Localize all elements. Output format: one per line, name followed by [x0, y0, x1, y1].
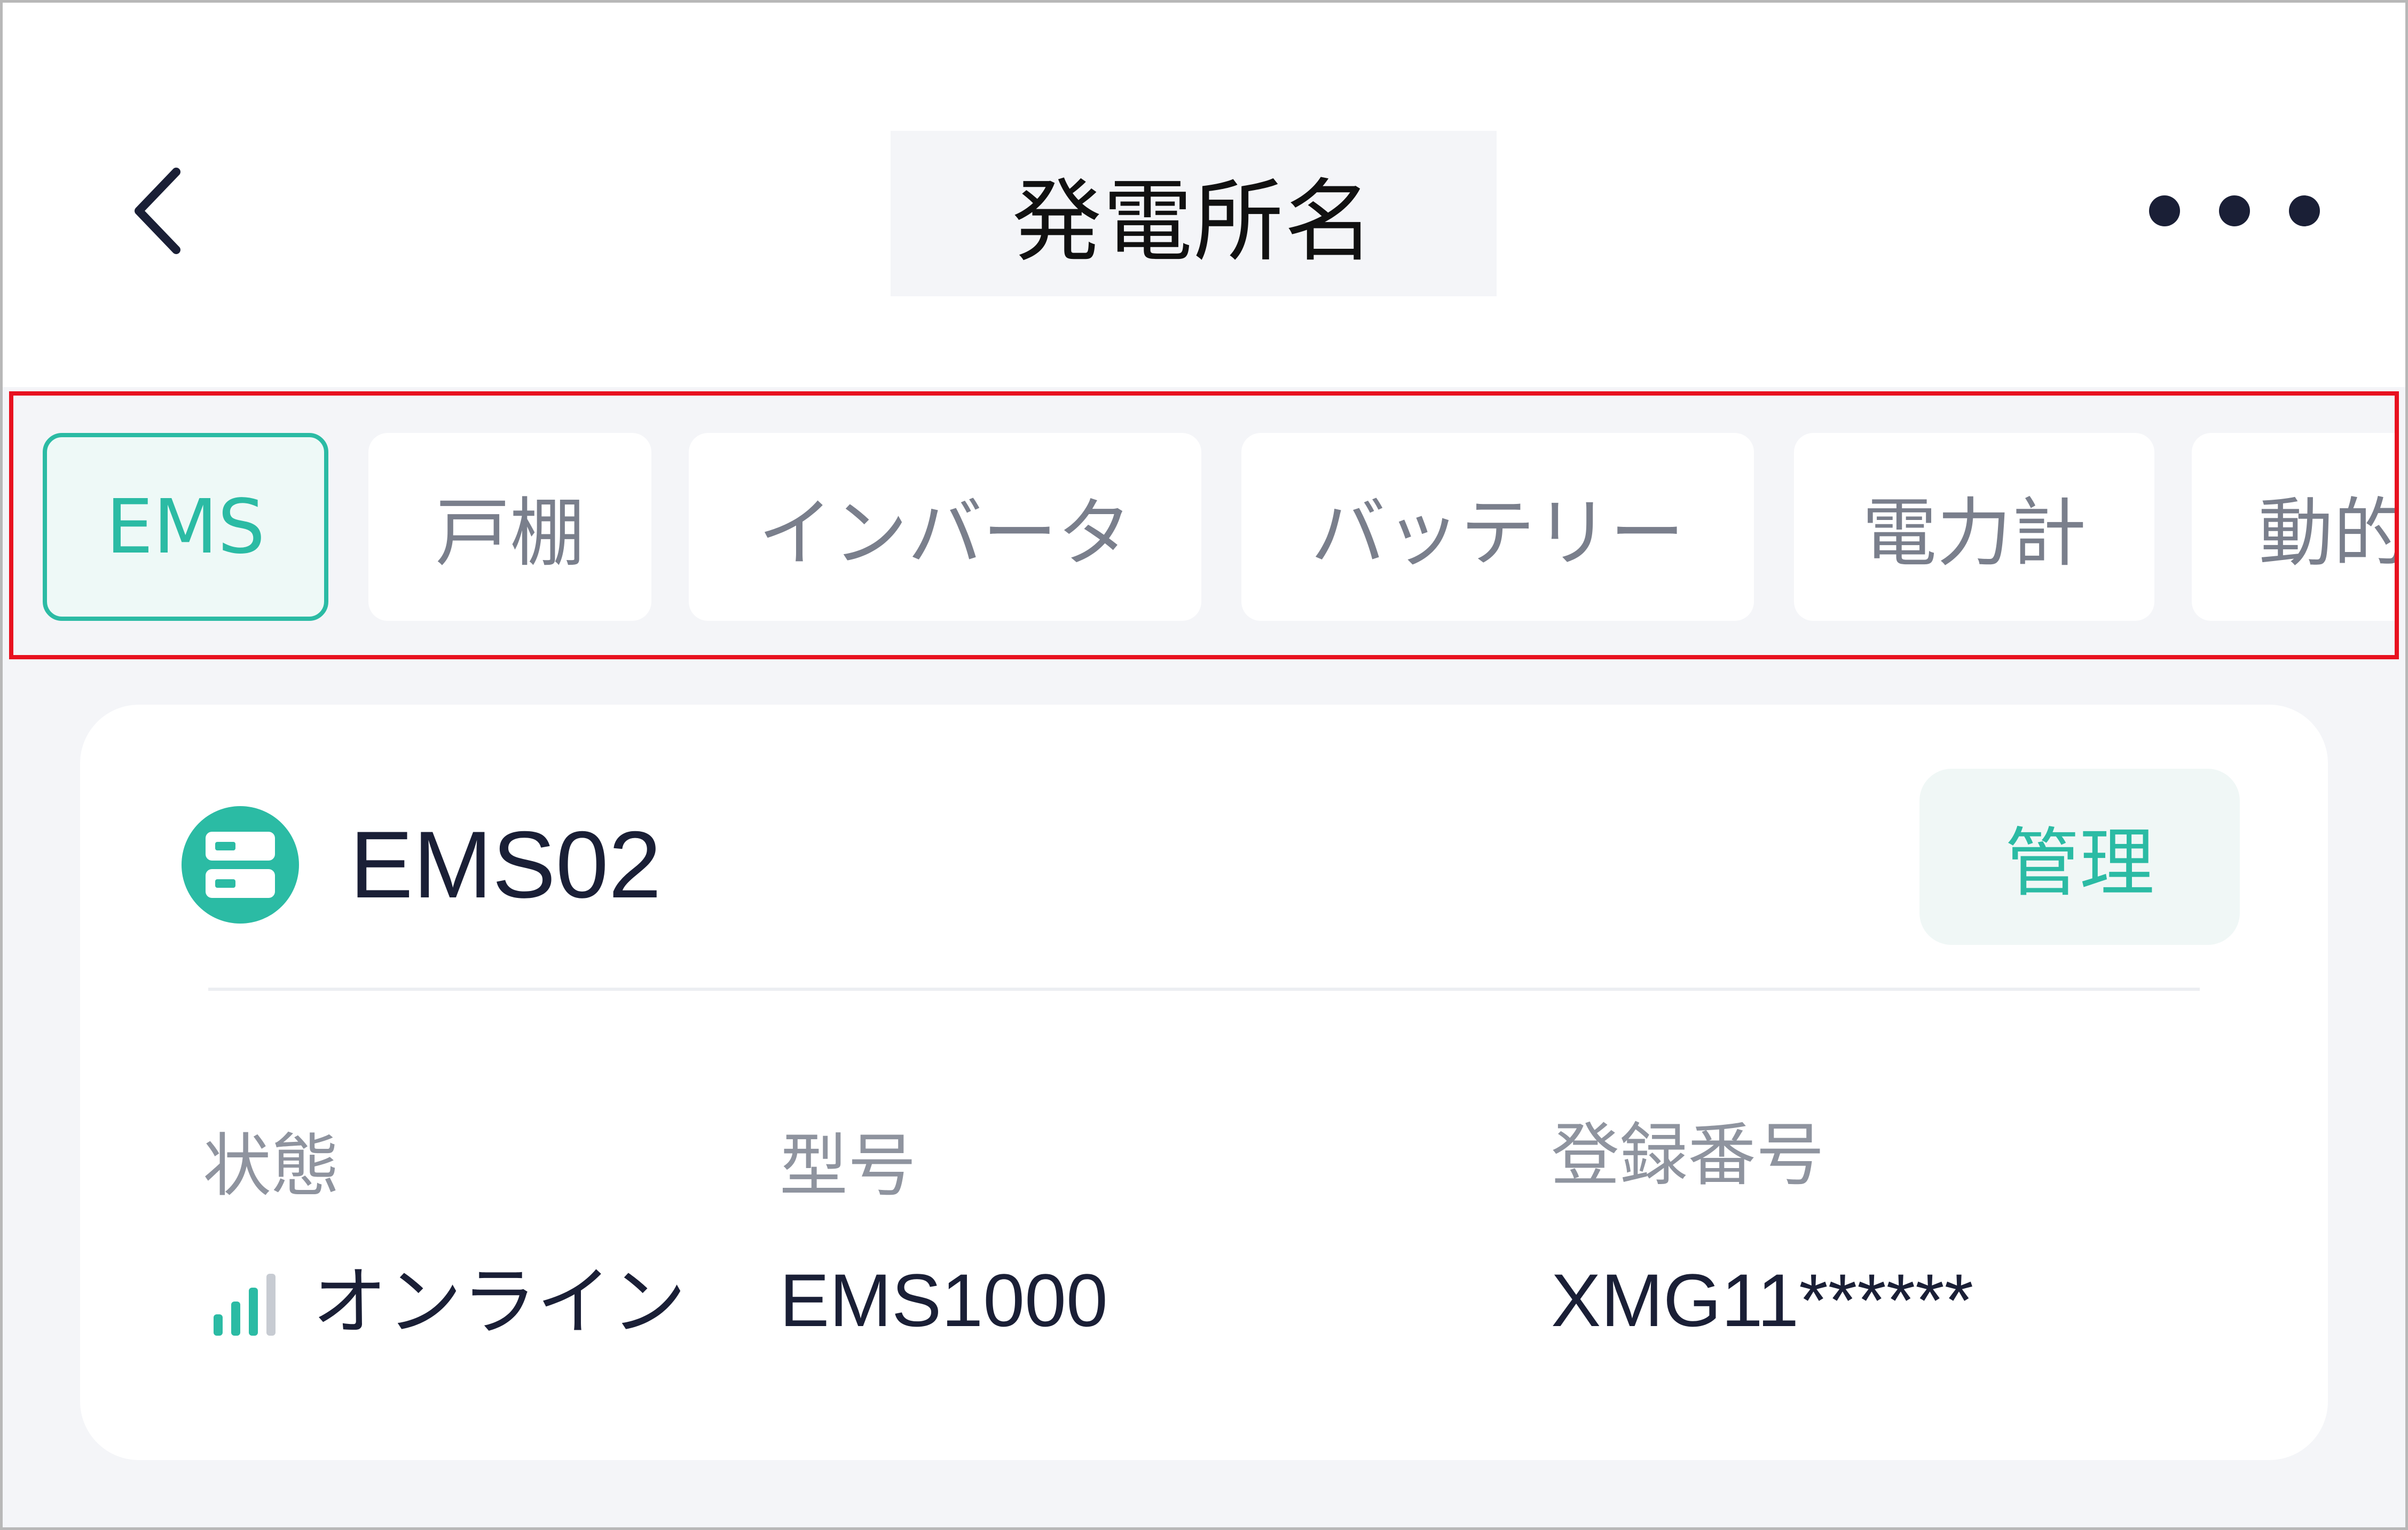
top-header: 発電所名 [3, 3, 2405, 387]
tab-inverter[interactable]: インバータ [689, 433, 1201, 621]
manage-button[interactable]: 管理 [1919, 769, 2240, 945]
signal-strength-icon [214, 1272, 288, 1336]
status-text: オンライン [312, 1259, 687, 1346]
device-card: EMS02 管理 状態 型号 登録番号 オンライン EMS1000 XMG11*… [80, 705, 2328, 1460]
tab-ems[interactable]: EMS [43, 433, 328, 621]
app-screen: 発電所名 EMS 戸棚 インバータ バッテリー 電力計 動的 EMS02 管理 … [0, 0, 2408, 1530]
tab-power-meter[interactable]: 電力計 [1794, 433, 2154, 621]
more-dot-icon [2149, 195, 2180, 226]
status-value: オンライン [214, 1249, 686, 1356]
model-label: 型号 [780, 1126, 917, 1206]
more-options-button[interactable] [2149, 179, 2320, 243]
chevron-left-icon [135, 168, 180, 254]
more-dot-icon [2219, 195, 2250, 226]
tab-dynamic[interactable]: 動的 [2192, 433, 2395, 621]
back-button[interactable] [115, 163, 200, 259]
device-type-tabs[interactable]: EMS 戸棚 インバータ バッテリー 電力計 動的 [13, 396, 2395, 655]
tab-battery[interactable]: バッテリー [1241, 433, 1754, 621]
more-dot-icon [2289, 195, 2320, 226]
status-label: 状態 [203, 1126, 340, 1206]
server-icon [182, 806, 299, 924]
tab-cabinet[interactable]: 戸棚 [368, 433, 651, 621]
page-title: 発電所名 [891, 131, 1497, 296]
divider [208, 988, 2200, 991]
registration-number-label: 登録番号 [1551, 1116, 1825, 1195]
model-value: EMS1000 [780, 1258, 1108, 1342]
device-name: EMS02 [350, 811, 662, 918]
registration-number-value: XMG11****** [1551, 1258, 1974, 1342]
